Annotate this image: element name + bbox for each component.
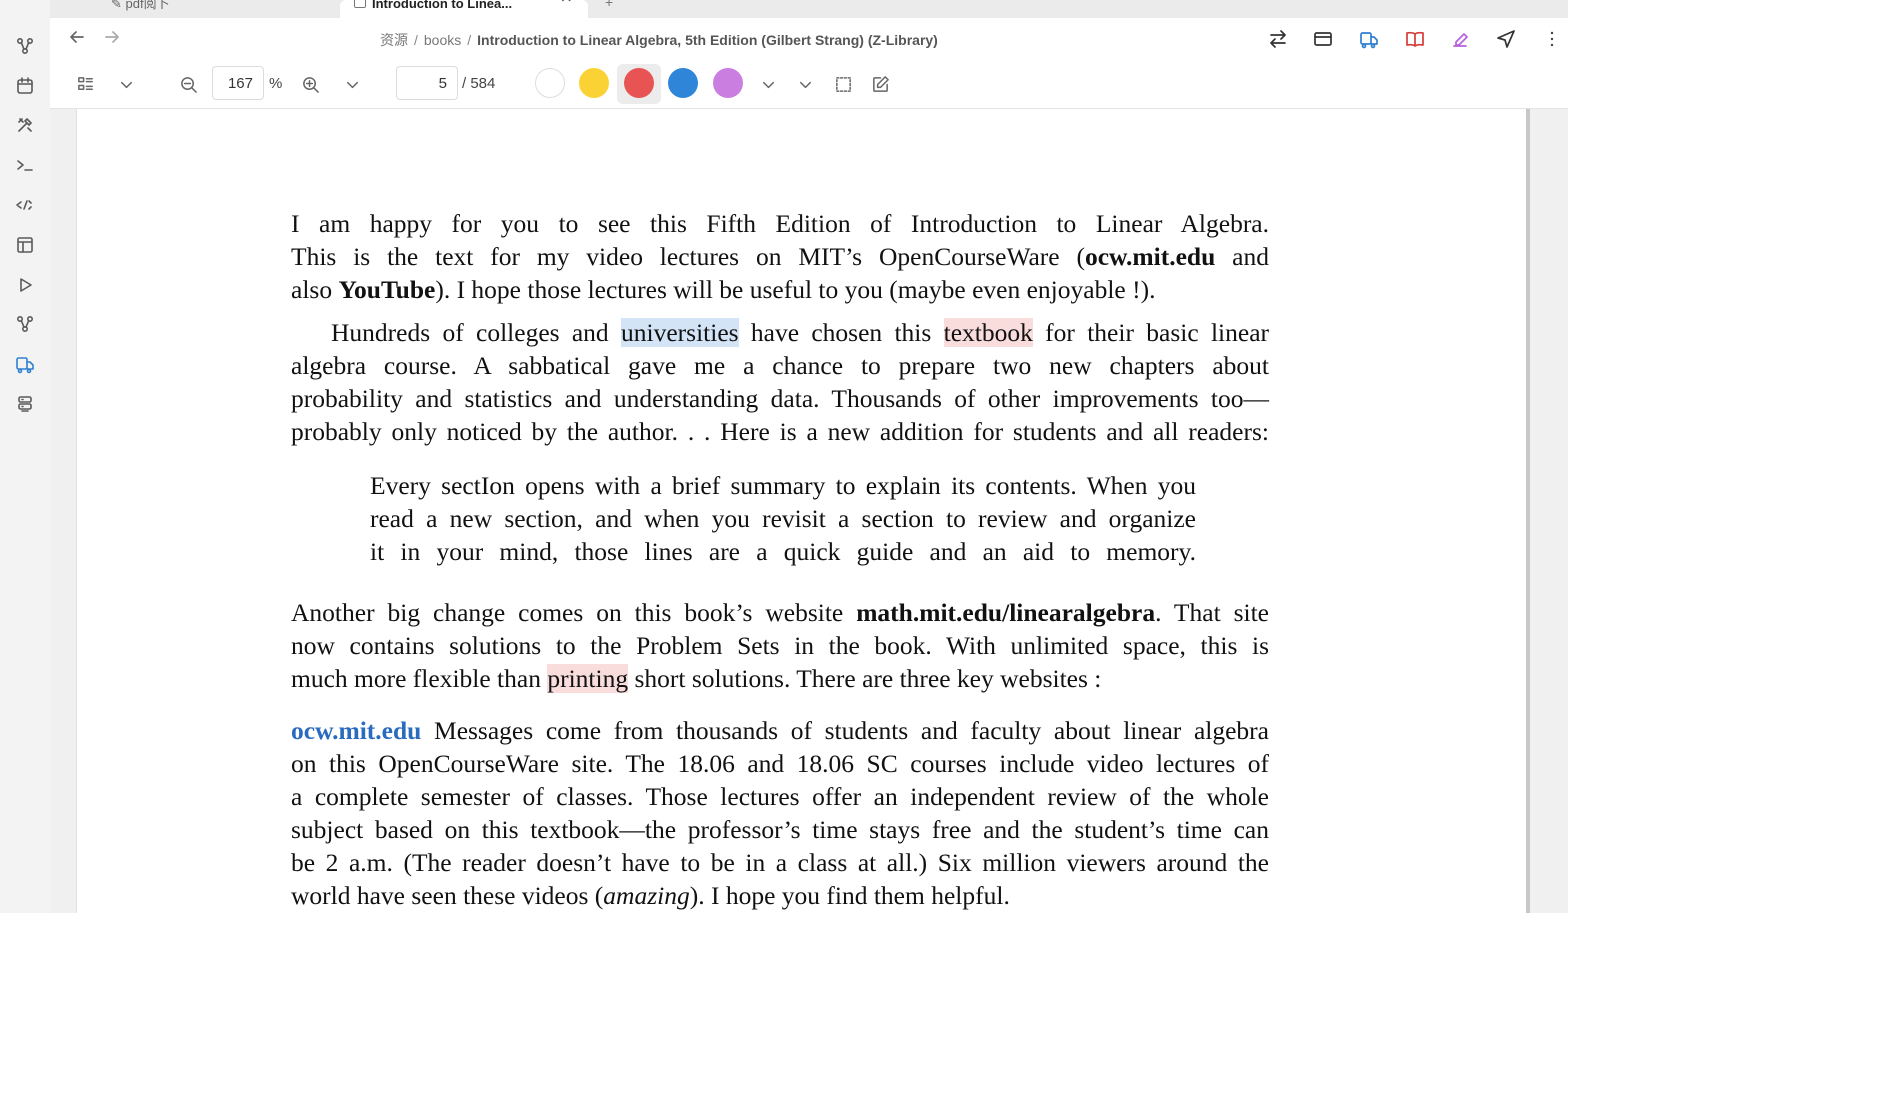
page-total: / 584: [462, 75, 496, 92]
more-tools-chevron-icon[interactable]: [794, 73, 816, 95]
database-icon[interactable]: [13, 392, 37, 416]
color-blue-swatch[interactable]: [668, 68, 698, 98]
new-tab-icon[interactable]: +: [605, 0, 613, 10]
file-icon: [354, 0, 366, 8]
breadcrumb-current[interactable]: Introduction to Linear Algebra, 5th Edit…: [477, 32, 938, 48]
text-line: probability and statistics and understan…: [291, 384, 1269, 413]
reading-mode-icon[interactable]: [1311, 27, 1335, 51]
pdf-tools-icon[interactable]: [13, 352, 37, 376]
paragraph-1: I am happy for you to see this Fifth Edi…: [291, 207, 1269, 306]
edit-icon[interactable]: [869, 73, 891, 95]
highlighter-icon[interactable]: [1448, 27, 1472, 51]
text-line: on this OpenCourseWare site. The 18.06 a…: [291, 749, 1269, 778]
color-purple-swatch[interactable]: [713, 68, 743, 98]
graph-icon-2[interactable]: [13, 312, 37, 336]
tab-introduction[interactable]: Introduction to Linea... ✕: [340, 0, 588, 18]
text-line: I am happy for you to see this Fifth Edi…: [291, 209, 1269, 238]
tools-icon[interactable]: [13, 113, 37, 137]
tab-pin-icon: ✎: [111, 0, 126, 11]
highlight-blue[interactable]: universities: [621, 318, 739, 347]
breadcrumb: 资源 / books / Introduction to Linear Algebra,…: [380, 32, 938, 48]
zoom-in-icon[interactable]: [299, 73, 321, 95]
calendar-icon[interactable]: [13, 74, 37, 98]
graph-view-icon[interactable]: [13, 34, 37, 58]
text-line: world have seen these videos (amazing). …: [291, 881, 1010, 910]
youtube-text: YouTube: [338, 275, 436, 304]
zoom-options-chevron-icon[interactable]: [341, 73, 363, 95]
pdf-toolbar: % / 584: [50, 60, 1568, 109]
tab-strip: ✎ pdf阅卜 Introduction to Linea... ✕ +: [50, 0, 1568, 19]
highlight-red[interactable]: textbook: [943, 318, 1033, 347]
zoom-input[interactable]: [212, 66, 264, 100]
website-link: math.mit.edu/linearalgebra: [856, 598, 1156, 627]
sidebar-toggle-icon[interactable]: [74, 73, 96, 95]
color-white-swatch[interactable]: [535, 68, 565, 98]
layout-icon[interactable]: [13, 233, 37, 257]
book-open-icon[interactable]: [1403, 27, 1427, 51]
text-line: be 2 a.m. (The reader doesn’t have to be…: [291, 848, 1269, 877]
color-red-swatch[interactable]: [624, 68, 654, 98]
text-line: Every sectIon opens with a brief summary…: [370, 471, 1197, 500]
text-line: algebra course. A sabbatical gave me a c…: [291, 351, 1269, 380]
text-line: much more flexible than printing short s…: [291, 664, 1102, 693]
zoom-out-icon[interactable]: [177, 73, 199, 95]
send-icon[interactable]: [1494, 27, 1518, 51]
left-ribbon: [0, 0, 51, 913]
scrollbar[interactable]: [1526, 109, 1530, 913]
text-line: This is the text for my video lectures o…: [291, 242, 1269, 271]
select-area-icon[interactable]: [832, 73, 854, 95]
text-cursor-icon: I: [480, 471, 490, 500]
page-number-input[interactable]: [396, 66, 458, 100]
swap-icon[interactable]: [1266, 27, 1290, 51]
template-icon[interactable]: [13, 193, 37, 217]
paragraph-2: Hundreds of colleges and universities ha…: [291, 316, 1269, 448]
view-header: 资源 / books / Introduction to Linear Algebra,…: [50, 18, 1568, 60]
back-arrow-icon[interactable]: [68, 28, 90, 50]
highlight-red[interactable]: printing: [547, 664, 629, 693]
text-line: ocw.mit.edu Messages come from thousands…: [291, 716, 1269, 745]
pdf-viewer[interactable]: I am happy for you to see this Fifth Edi…: [50, 109, 1568, 913]
text-line: read a new section, and when you revisit…: [370, 504, 1196, 533]
ocw-link[interactable]: ocw.mit.edu: [291, 716, 421, 745]
pdf-plugin-icon[interactable]: [1357, 27, 1381, 51]
text-line: probably only noticed by the author. . .…: [291, 417, 1269, 446]
text-line: subject based on this textbook—the profe…: [291, 815, 1269, 844]
paragraph-4: ocw.mit.edu Messages come from thousands…: [291, 714, 1269, 912]
tab-label: pdf阅卜: [125, 0, 170, 11]
text-line: now contains solutions to the Problem Se…: [291, 631, 1269, 660]
text-line: it in your mind, those lines are a quick…: [370, 537, 1196, 566]
terminal-icon[interactable]: [13, 153, 37, 177]
play-icon[interactable]: [13, 273, 37, 297]
text-line: Hundreds of colleges and universities ha…: [331, 318, 1269, 347]
summary-quote: Every sectIon opens with a brief summary…: [370, 469, 1196, 568]
color-options-chevron-icon[interactable]: [757, 73, 779, 95]
close-tab-icon[interactable]: ✕: [560, 0, 573, 5]
color-yellow-swatch[interactable]: [579, 68, 609, 98]
paragraph-3: Another big change comes on this book’s …: [291, 596, 1269, 695]
text-line: Another big change comes on this book’s …: [291, 598, 1269, 627]
chevron-down-icon[interactable]: [115, 73, 137, 95]
text-line: a complete semester of classes. Those le…: [291, 782, 1269, 811]
text-line: also YouTube). I hope those lectures wil…: [291, 275, 1156, 304]
tab-label: Introduction to Linea...: [372, 0, 513, 11]
tab-pdf[interactable]: ✎ pdf阅卜: [105, 0, 341, 18]
breadcrumb-item[interactable]: 资源: [380, 32, 408, 48]
breadcrumb-item[interactable]: books: [424, 32, 461, 48]
zoom-unit: %: [269, 75, 283, 92]
forward-arrow-icon[interactable]: [103, 28, 125, 50]
more-options-icon[interactable]: [1540, 27, 1564, 51]
link-ocw: ocw.mit.edu: [1084, 242, 1216, 271]
